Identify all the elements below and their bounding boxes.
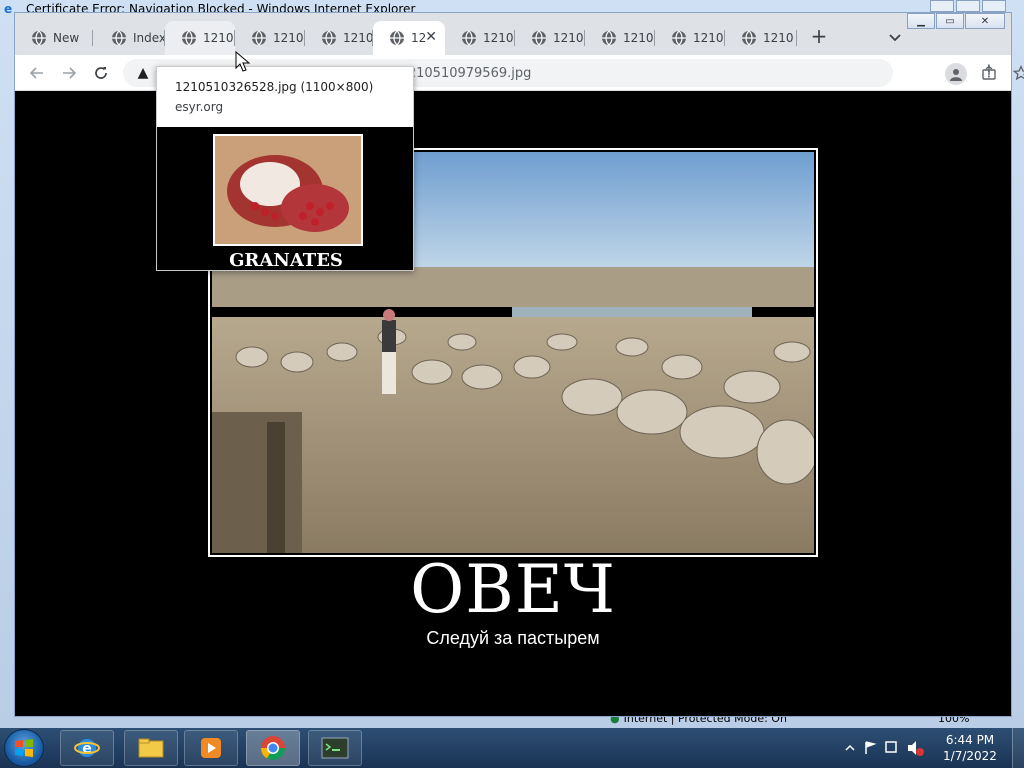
poster-subtitle: Следуй за пастырем: [426, 628, 600, 648]
tab-9[interactable]: 1210: [655, 21, 725, 55]
globe-icon: [672, 30, 686, 46]
taskbar-ie-button[interactable]: e: [60, 730, 114, 766]
tab-7[interactable]: 1210: [515, 21, 585, 55]
terminal-icon: [321, 737, 349, 759]
chrome-window: New Index 1210 1210 1210 12 ✕ 1210 1210 1210 1210 1…: [14, 12, 1024, 717]
taskbar: e 6:44 PM 1/7/2022: [0, 728, 1024, 768]
tab-label: 1210: [483, 31, 514, 45]
hover-card-caption: GRANATES: [229, 250, 343, 271]
tab-4[interactable]: 1210: [305, 21, 373, 55]
start-button[interactable]: [4, 729, 44, 767]
taskbar-clock[interactable]: 6:44 PM 1/7/2022: [930, 732, 1010, 764]
taskbar-terminal-button[interactable]: [308, 730, 362, 766]
hover-card-preview: GRANATES: [157, 127, 413, 271]
tab-strip: New Index 1210 1210 1210 12 ✕ 1210 1210 1210 1210 1…: [15, 13, 1011, 55]
profile-avatar-icon[interactable]: [945, 63, 967, 85]
tab-8[interactable]: 1210: [585, 21, 655, 55]
globe-icon: [532, 30, 546, 46]
media-player-icon: [201, 738, 221, 758]
warning-icon[interactable]: ▲: [133, 63, 153, 83]
reload-button[interactable]: [89, 61, 113, 85]
globe-icon: [252, 30, 266, 46]
tab-label: 1210: [623, 31, 654, 45]
tab-label: 1210: [343, 31, 373, 45]
tab-separator: [796, 30, 797, 46]
speaker-muted-icon: [908, 741, 916, 755]
tab-0[interactable]: New: [15, 21, 93, 55]
chrome-favicon-icon: [32, 30, 46, 46]
tab-10[interactable]: 1210: [725, 21, 797, 55]
globe-icon: [322, 30, 336, 46]
chevron-up-icon: [845, 744, 855, 751]
flag-icon: [865, 741, 877, 754]
system-tray: [842, 732, 942, 764]
reload-icon: [95, 67, 107, 79]
tab-5[interactable]: 12 ✕: [373, 21, 445, 55]
tab-label: 12: [411, 31, 427, 45]
folder-icon: [138, 738, 164, 758]
pomegranate-image: [215, 136, 361, 244]
tab-search-button[interactable]: [885, 27, 905, 47]
tab-2[interactable]: 1210: [165, 21, 235, 55]
globe-icon: [462, 30, 476, 46]
hover-card-title: 1210510326528.jpg (1100×800): [175, 80, 374, 94]
close-window-button[interactable]: ✕: [965, 13, 1005, 29]
globe-icon: [182, 30, 196, 46]
mouse-cursor-icon: [235, 51, 251, 72]
tab-label: Index: [133, 31, 165, 45]
tab-label: 1210: [763, 31, 794, 45]
arrow-right-icon: [63, 67, 77, 79]
maximize-button[interactable]: ▭: [936, 13, 964, 29]
clock-date: 1/7/2022: [943, 749, 997, 763]
tab-separator: [92, 30, 93, 46]
forward-button[interactable]: [57, 61, 81, 85]
menu-dots-icon[interactable]: ⋮: [981, 61, 997, 85]
tab-label: New: [53, 31, 80, 45]
bookmark-star-icon[interactable]: [1012, 64, 1024, 84]
hover-card-domain: esyr.org: [175, 100, 224, 114]
globe-icon: [390, 30, 404, 46]
taskbar-chrome-button[interactable]: [246, 730, 300, 766]
new-tab-button[interactable]: +: [807, 25, 831, 49]
tab-label: 1210: [553, 31, 584, 45]
window-controls: ▁ ▭ ✕: [906, 13, 1005, 31]
poster-title: ОВЕЧ: [410, 551, 616, 628]
show-desktop-button[interactable]: [1012, 728, 1024, 768]
chrome-icon: [261, 736, 285, 761]
globe-icon: [112, 30, 126, 46]
globe-icon: [742, 30, 756, 46]
tab-6[interactable]: 1210: [445, 21, 515, 55]
chevron-down-icon: [889, 34, 901, 42]
globe-icon: [602, 30, 616, 46]
tab-3[interactable]: 1210: [235, 21, 305, 55]
tab-label: 1210: [693, 31, 724, 45]
tab-label: 1210: [273, 31, 304, 45]
network-icon: [885, 741, 897, 753]
windows-logo-icon: [15, 739, 33, 757]
tab-hover-card: 1210510326528.jpg (1100×800) esyr.org GR…: [156, 66, 414, 271]
taskbar-explorer-button[interactable]: [124, 730, 178, 766]
back-button[interactable]: [25, 61, 49, 85]
tab-1[interactable]: Index: [95, 21, 165, 55]
minimize-button[interactable]: ▁: [907, 13, 935, 29]
clock-time: 6:44 PM: [945, 733, 995, 747]
tab-label: 1210: [203, 31, 234, 45]
taskbar-media-player-button[interactable]: [184, 730, 238, 766]
tray-icons: [845, 741, 924, 756]
arrow-left-icon: [29, 67, 43, 79]
preview-frame: [213, 134, 363, 246]
close-tab-icon[interactable]: ✕: [425, 29, 437, 45]
ie-icon: e: [74, 739, 100, 757]
